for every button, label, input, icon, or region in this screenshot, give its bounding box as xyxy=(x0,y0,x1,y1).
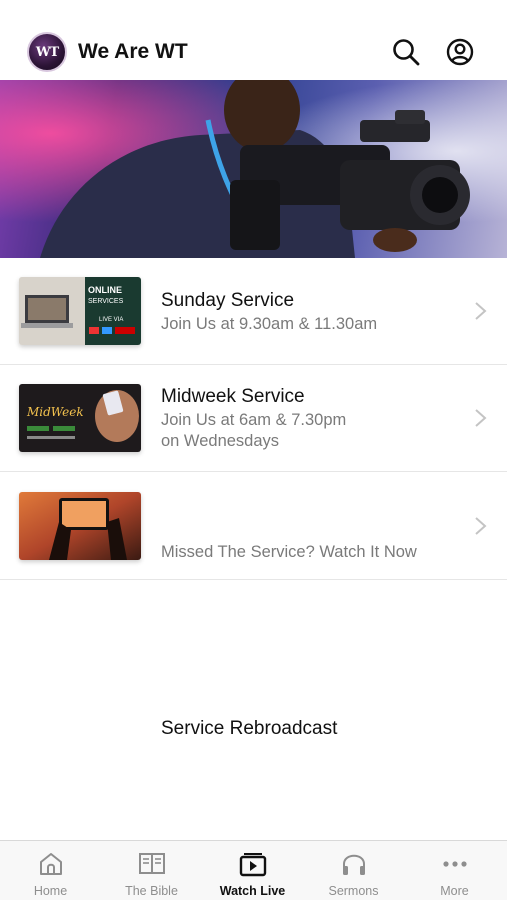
more-icon xyxy=(442,861,467,867)
home-icon xyxy=(39,853,62,875)
rebroadcast-subtitle: Missed The Service? Watch It Now xyxy=(161,543,417,561)
list-item-service-rebroadcast[interactable]: Service Rebroadcast Missed The Service? … xyxy=(0,472,507,739)
logo-text: WT xyxy=(35,44,59,60)
book-icon xyxy=(138,853,165,874)
svg-text:LIVE VIA: LIVE VIA xyxy=(99,317,123,323)
midweek-service-subtitle-line2: on Wednesdays xyxy=(161,432,280,450)
tab-home-label: Home xyxy=(33,884,68,898)
app-logo: WT xyxy=(27,32,67,72)
sunday-service-thumbnail: ONLINE SERVICES LIVE VIA xyxy=(19,277,141,345)
midweek-service-subtitle: Join Us at 6am & 7.30pm on Wednesdays xyxy=(161,410,451,452)
tab-home[interactable]: Home xyxy=(0,841,101,900)
tab-more-label: More xyxy=(440,884,469,898)
tab-watch-live[interactable]: Watch Live xyxy=(202,841,303,900)
chevron-right-icon xyxy=(475,409,487,427)
chevron-right-icon xyxy=(475,302,487,320)
list-item-sunday-service[interactable]: ONLINE SERVICES LIVE VIA Sunday Service … xyxy=(0,258,507,365)
tab-sermons-label: Sermons xyxy=(328,884,379,898)
tab-watch-live-label: Watch Live xyxy=(219,884,286,898)
chevron-right-icon xyxy=(475,517,487,535)
play-icon xyxy=(239,853,266,877)
bottom-tab-bar: Home The Bible Watch Live Sermons More xyxy=(0,840,507,900)
tab-the-bible-label: The Bible xyxy=(125,884,178,898)
rebroadcast-thumbnail xyxy=(19,492,141,560)
svg-text:MidWeek: MidWeek xyxy=(26,405,84,419)
svg-text:ONLINE: ONLINE xyxy=(88,285,122,295)
service-list: ONLINE SERVICES LIVE VIA Sunday Service … xyxy=(0,258,507,739)
midweek-service-title: Midweek Service xyxy=(161,386,305,407)
camera-operator-photo xyxy=(0,80,507,258)
app-header: WT We Are WT xyxy=(0,0,507,80)
app-title: We Are WT xyxy=(78,40,188,63)
search-icon[interactable] xyxy=(391,37,421,67)
tab-sermons[interactable]: Sermons xyxy=(303,841,404,900)
midweek-service-subtitle-line1: Join Us at 6am & 7.30pm xyxy=(161,411,347,429)
list-item-midweek-service[interactable]: MidWeek Midweek Service Join Us at 6am &… xyxy=(0,365,507,472)
headphones-icon xyxy=(342,854,365,875)
profile-icon[interactable] xyxy=(445,37,475,67)
tab-more[interactable]: More xyxy=(404,841,505,900)
sunday-service-title: Sunday Service xyxy=(161,290,295,311)
svg-text:SERVICES: SERVICES xyxy=(88,298,124,305)
sunday-service-subtitle: Join Us at 9.30am & 11.30am xyxy=(161,315,378,333)
midweek-service-thumbnail: MidWeek xyxy=(19,384,141,452)
rebroadcast-title: Service Rebroadcast xyxy=(161,718,338,739)
hero-banner xyxy=(0,80,507,258)
tab-the-bible[interactable]: The Bible xyxy=(101,841,202,900)
